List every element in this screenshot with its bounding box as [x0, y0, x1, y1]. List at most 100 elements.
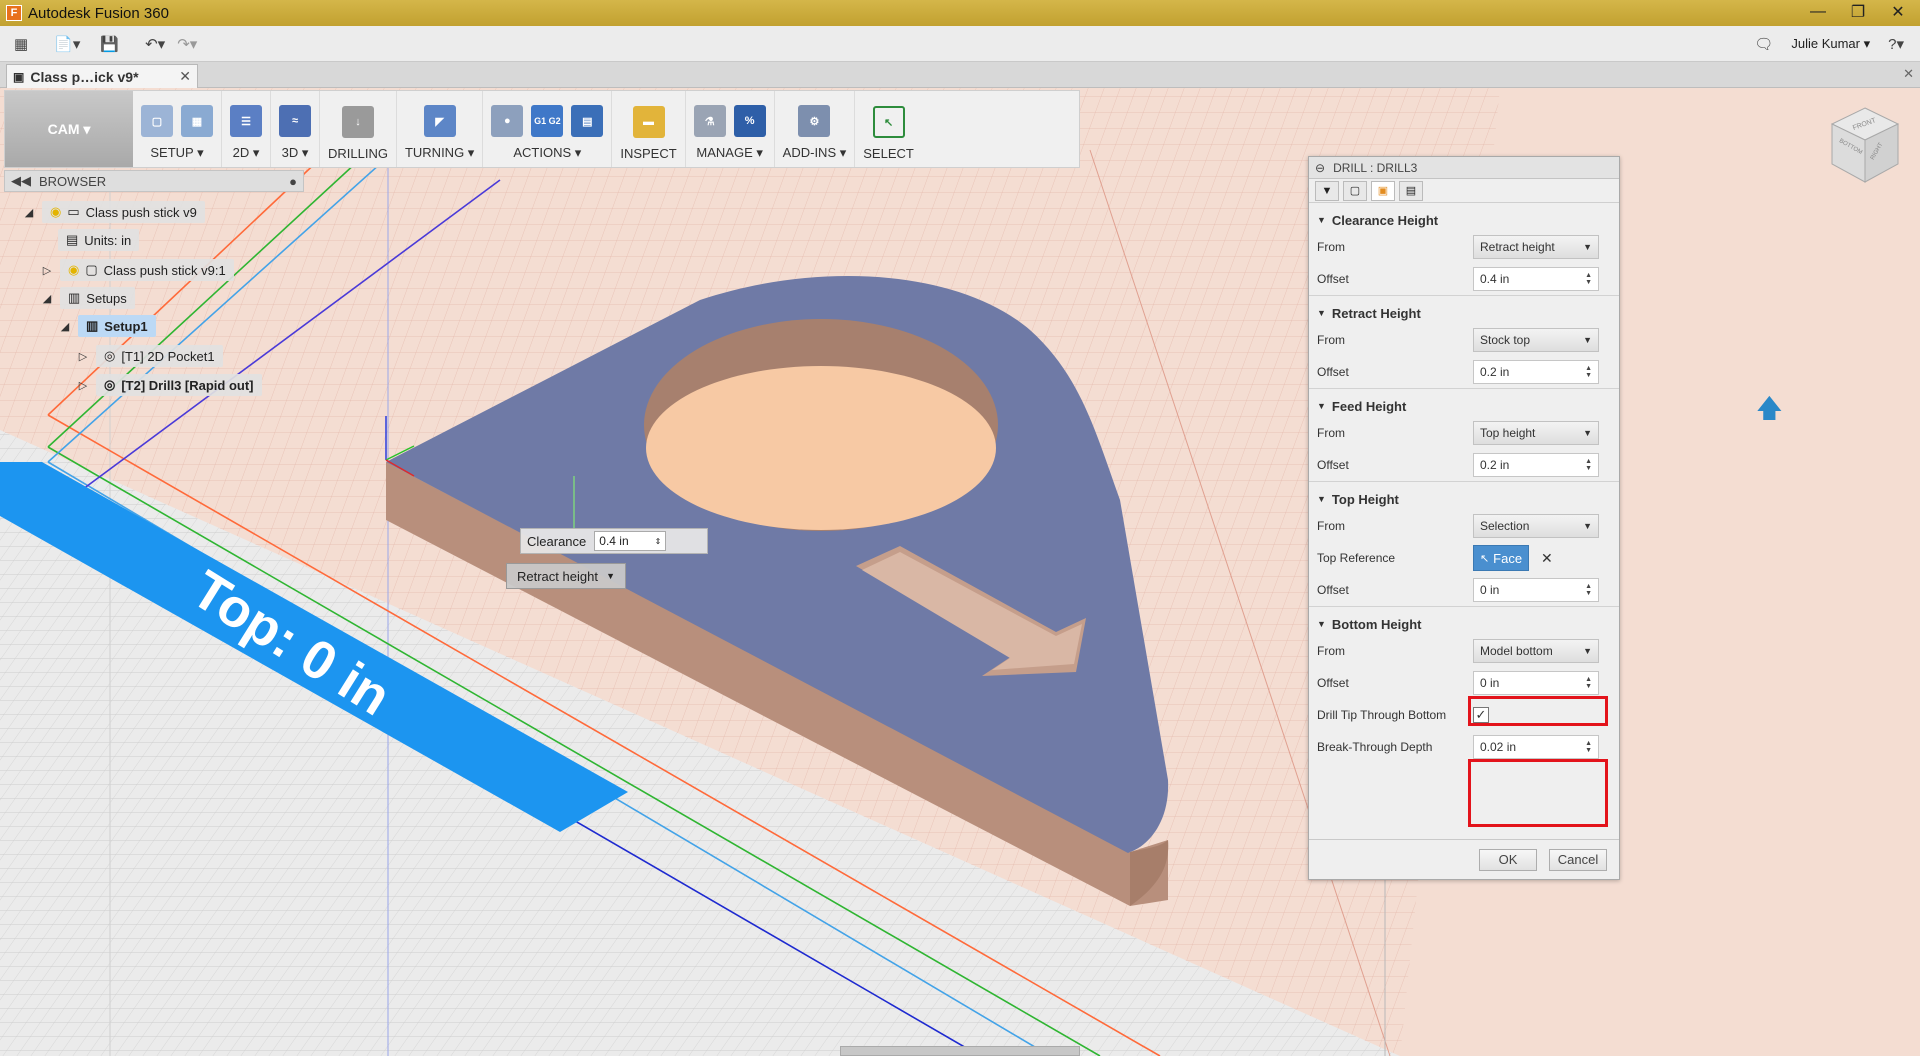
dialog-collapse-icon[interactable]: ⊖: [1315, 161, 1325, 175]
spinner-icon[interactable]: ▲ ▼: [1585, 676, 1592, 690]
post-library-icon[interactable]: %: [733, 105, 766, 137]
tab-tool[interactable]: ▼: [1315, 180, 1339, 201]
setup-group[interactable]: ▢ ▦ SETUP ▾: [133, 91, 222, 167]
tree-item-pocket[interactable]: ▷ ◎ [T1] 2D Pocket1: [76, 344, 223, 368]
actions-menu[interactable]: ACTIONS ▾: [513, 145, 581, 161]
restore-icon[interactable]: ❐: [1844, 2, 1872, 22]
setup-folder-icon[interactable]: ▦: [181, 105, 213, 137]
notifications-icon[interactable]: 🗨: [1748, 30, 1779, 58]
bottom-offset-input[interactable]: 0 in ▲ ▼: [1473, 671, 1599, 695]
spinner-icon[interactable]: ▲ ▼: [1585, 583, 1592, 597]
tab-heights[interactable]: ▣: [1371, 180, 1395, 201]
drill-icon[interactable]: ↓: [341, 106, 374, 138]
actions-group[interactable]: ● G1 G2 ▤ ACTIONS ▾: [483, 91, 613, 167]
navigation-bar[interactable]: [840, 1046, 1080, 1056]
visibility-bulb-icon[interactable]: ◉: [50, 204, 61, 220]
manipulator-value-input[interactable]: 0.4 in ⇕: [594, 531, 667, 551]
browser-header[interactable]: ◀◀ BROWSER ●: [4, 170, 304, 192]
tab-cycle[interactable]: ▤: [1399, 180, 1423, 201]
workspace-switcher[interactable]: CAM ▾: [5, 91, 133, 167]
ok-button[interactable]: OK: [1479, 848, 1537, 871]
3d-group[interactable]: ≈ 3D ▾: [271, 91, 320, 167]
redo-icon[interactable]: ↷▾: [171, 30, 203, 58]
clearance-manipulator[interactable]: Clearance 0.4 in ⇕: [520, 528, 708, 554]
2d-group[interactable]: ☰ 2D ▾: [222, 91, 271, 167]
tree-item-model[interactable]: ▷ ◉ ▢ Class push stick v9:1: [40, 258, 234, 282]
save-icon[interactable]: 💾: [94, 30, 125, 58]
new-setup-icon[interactable]: ▢: [141, 105, 173, 137]
expanded-triangle-icon[interactable]: ◢: [40, 292, 54, 305]
measure-icon[interactable]: ▬: [632, 106, 665, 138]
face-selection-button[interactable]: ↖ Face: [1473, 545, 1529, 571]
turning-icon[interactable]: ◤: [423, 105, 456, 137]
turning-group[interactable]: ◤ TURNING ▾: [397, 91, 484, 167]
drilling-button[interactable]: DRILLING: [328, 146, 388, 161]
clearance-from-select[interactable]: Retract height ▼: [1473, 235, 1599, 259]
tree-item-drill[interactable]: ▷ ◎ [T2] Drill3 [Rapid out]: [76, 373, 262, 397]
spinner-icon[interactable]: ▲ ▼: [1585, 365, 1592, 379]
2d-milling-icon[interactable]: ☰: [230, 105, 262, 137]
spinner-icon[interactable]: ▲ ▼: [1585, 740, 1592, 754]
collapse-browser-icon[interactable]: ◀◀: [11, 173, 31, 189]
inspect-button[interactable]: INSPECT: [620, 146, 676, 161]
visibility-bulb-icon[interactable]: ◉: [68, 262, 79, 278]
simulate-icon[interactable]: ●: [491, 105, 524, 137]
section-header[interactable]: ▼ Retract Height: [1309, 302, 1619, 324]
setup-menu[interactable]: SETUP ▾: [150, 145, 203, 161]
feed-offset-input[interactable]: 0.2 in ▲ ▼: [1473, 453, 1599, 477]
expanded-triangle-icon[interactable]: ◢: [22, 206, 36, 219]
clearance-offset-input[interactable]: 0.4 in ▲ ▼: [1473, 267, 1599, 291]
manage-menu[interactable]: MANAGE ▾: [696, 145, 762, 161]
setup-sheet-icon[interactable]: ▤: [571, 105, 604, 137]
select-cursor-icon[interactable]: ↖: [872, 106, 905, 138]
clear-selection-icon[interactable]: ✕: [1541, 550, 1553, 567]
3d-menu[interactable]: 3D ▾: [282, 145, 309, 161]
inspect-group[interactable]: ▬ INSPECT: [612, 91, 686, 167]
retract-offset-input[interactable]: 0.2 in ▲ ▼: [1473, 360, 1599, 384]
tree-item-setup1[interactable]: ◢ ▥ Setup1: [58, 314, 156, 338]
turning-menu[interactable]: TURNING ▾: [405, 145, 474, 161]
manipulator-reference-dropdown[interactable]: Retract height ▼: [506, 563, 626, 589]
2d-menu[interactable]: 2D ▾: [233, 145, 260, 161]
drilling-group[interactable]: ↓ DRILLING: [320, 91, 397, 167]
manage-group[interactable]: ⚗ % MANAGE ▾: [686, 91, 775, 167]
bottom-from-select[interactable]: Model bottom ▼: [1473, 639, 1599, 663]
spinner-icon[interactable]: ▲ ▼: [1585, 458, 1592, 472]
select-group[interactable]: ↖ SELECT: [855, 91, 922, 167]
minimize-icon[interactable]: —: [1804, 2, 1832, 22]
tree-item-units[interactable]: ▤ Units: in: [58, 228, 140, 252]
addins-group[interactable]: ⚙ ADD-INS ▾: [775, 91, 856, 167]
data-panel-grid-icon[interactable]: ▦: [8, 30, 34, 58]
document-tab[interactable]: ▣ Class p…ick v9* ✕: [6, 64, 198, 88]
tree-item-setups[interactable]: ◢ ▥ Setups: [40, 286, 135, 310]
section-header[interactable]: ▼ Bottom Height: [1309, 613, 1619, 635]
user-account-menu[interactable]: Julie Kumar ▾: [1791, 36, 1870, 52]
close-tab-icon[interactable]: ✕: [179, 68, 191, 85]
feed-from-select[interactable]: Top height ▼: [1473, 421, 1599, 445]
section-header[interactable]: ▼ Top Height: [1309, 488, 1619, 510]
3d-milling-icon[interactable]: ≈: [279, 105, 311, 137]
view-cube[interactable]: FRONT RIGHT BOTTOM: [1828, 104, 1902, 186]
post-process-icon[interactable]: G1 G2: [531, 105, 564, 137]
dialog-header[interactable]: ⊖ DRILL : DRILL3: [1309, 157, 1619, 179]
tab-geometry[interactable]: ▢: [1343, 180, 1367, 201]
scripts-icon[interactable]: ⚙: [798, 105, 831, 137]
undo-icon[interactable]: ↶▾: [139, 30, 171, 58]
section-header[interactable]: ▼ Clearance Height: [1309, 209, 1619, 231]
retract-from-select[interactable]: Stock top ▼: [1473, 328, 1599, 352]
collapsed-triangle-icon[interactable]: ▷: [76, 350, 90, 363]
addins-menu[interactable]: ADD-INS ▾: [783, 145, 847, 161]
close-window-icon[interactable]: ✕: [1884, 2, 1912, 22]
canvas-viewport[interactable]: Top: 0 in: [0, 88, 1920, 1056]
close-all-tabs-icon[interactable]: ✕: [1903, 66, 1914, 82]
expanded-triangle-icon[interactable]: ◢: [58, 320, 72, 333]
tree-item-document[interactable]: ◢ ◉ ▭ Class push stick v9: [22, 200, 205, 224]
file-menu-icon[interactable]: 📄▾: [48, 30, 86, 58]
top-offset-input[interactable]: 0 in ▲ ▼: [1473, 578, 1599, 602]
tool-library-icon[interactable]: ⚗: [693, 105, 726, 137]
select-button[interactable]: SELECT: [863, 146, 914, 161]
cancel-button[interactable]: Cancel: [1549, 848, 1607, 871]
section-header[interactable]: ▼ Feed Height: [1309, 395, 1619, 417]
spinner-icon[interactable]: ▲ ▼: [1585, 272, 1592, 286]
browser-options-icon[interactable]: ●: [289, 174, 297, 189]
